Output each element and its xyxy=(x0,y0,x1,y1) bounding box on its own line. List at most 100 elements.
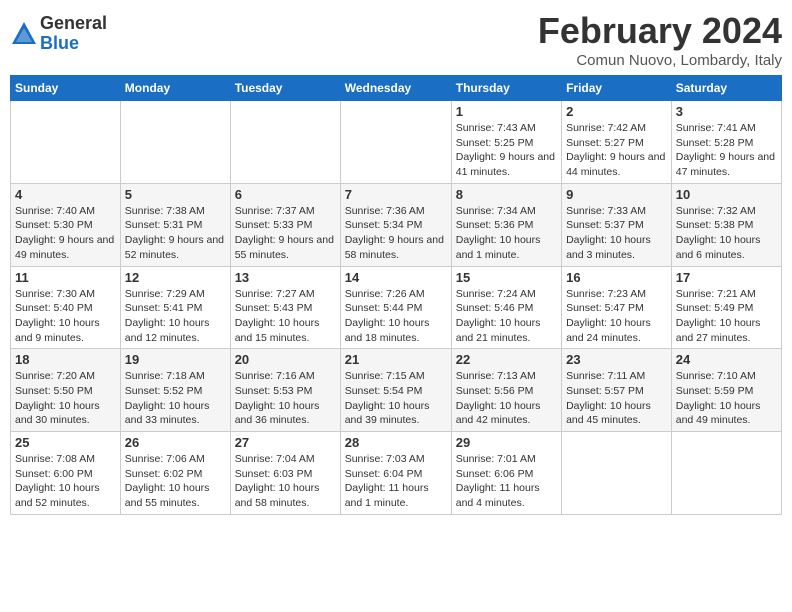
calendar-cell: 14Sunrise: 7:26 AM Sunset: 5:44 PM Dayli… xyxy=(340,266,451,349)
calendar-header-row: SundayMondayTuesdayWednesdayThursdayFrid… xyxy=(11,76,782,101)
day-info: Sunrise: 7:34 AM Sunset: 5:36 PM Dayligh… xyxy=(456,204,557,263)
day-info: Sunrise: 7:26 AM Sunset: 5:44 PM Dayligh… xyxy=(345,287,447,346)
day-number: 7 xyxy=(345,187,447,202)
day-number: 6 xyxy=(235,187,336,202)
day-info: Sunrise: 7:11 AM Sunset: 5:57 PM Dayligh… xyxy=(566,369,667,428)
calendar-cell: 9 Sunrise: 7:33 AM Sunset: 5:37 PM Daylig… xyxy=(562,183,672,266)
calendar-cell: 18 Sunrise: 7:20 AM Sunset: 5:50 PM Dayli… xyxy=(11,349,121,432)
day-info: Sunrise: 7:13 AM Sunset: 5:56 PM Dayligh… xyxy=(456,369,557,428)
day-number: 18 xyxy=(15,352,116,367)
calendar-cell: 25 Sunrise: 7:08 AM Sunset: 6:00 PM Dayli… xyxy=(11,432,121,515)
day-info: Sunrise: 7:23 AM Sunset: 5:47 PM Dayligh… xyxy=(566,287,667,346)
day-info: Sunrise: 7:24 AM Sunset: 5:46 PM Dayligh… xyxy=(456,287,557,346)
calendar-cell: 8 Sunrise: 7:34 AM Sunset: 5:36 PM Daylig… xyxy=(451,183,561,266)
calendar-cell: 29 Sunrise: 7:01 AM Sunset: 6:06 PM Dayli… xyxy=(451,432,561,515)
day-info: Sunrise: 7:38 AM Sunset: 5:31 PM Dayligh… xyxy=(125,204,226,263)
calendar-cell xyxy=(562,432,672,515)
calendar-cell: 12 Sunrise: 7:29 AM Sunset: 5:41 PM Dayli… xyxy=(120,266,230,349)
calendar-cell: 17Sunrise: 7:21 AM Sunset: 5:49 PM Dayli… xyxy=(671,266,781,349)
day-info: Sunrise: 7:29 AM Sunset: 5:41 PM Dayligh… xyxy=(125,287,226,346)
day-info: Sunrise: 7:01 AM Sunset: 6:06 PM Dayligh… xyxy=(456,452,557,511)
month-title: February 2024 xyxy=(538,10,782,52)
calendar-cell: 3 Sunrise: 7:41 AM Sunset: 5:28 PM Daylig… xyxy=(671,101,781,184)
day-number: 22 xyxy=(456,352,557,367)
calendar-cell: 4 Sunrise: 7:40 AM Sunset: 5:30 PM Daylig… xyxy=(11,183,121,266)
day-number: 28 xyxy=(345,435,447,450)
day-number: 9 xyxy=(566,187,667,202)
day-info: Sunrise: 7:36 AM Sunset: 5:34 PM Dayligh… xyxy=(345,204,447,263)
day-info: Sunrise: 7:06 AM Sunset: 6:02 PM Dayligh… xyxy=(125,452,226,511)
day-info: Sunrise: 7:32 AM Sunset: 5:38 PM Dayligh… xyxy=(676,204,777,263)
day-number: 3 xyxy=(676,104,777,119)
calendar-cell xyxy=(120,101,230,184)
day-number: 5 xyxy=(125,187,226,202)
day-info: Sunrise: 7:41 AM Sunset: 5:28 PM Dayligh… xyxy=(676,121,777,180)
calendar-cell: 26 Sunrise: 7:06 AM Sunset: 6:02 PM Dayli… xyxy=(120,432,230,515)
day-info: Sunrise: 7:20 AM Sunset: 5:50 PM Dayligh… xyxy=(15,369,116,428)
logo-general-text: General xyxy=(40,14,107,34)
weekday-header-wednesday: Wednesday xyxy=(340,76,451,101)
calendar-cell: 10Sunrise: 7:32 AM Sunset: 5:38 PM Dayli… xyxy=(671,183,781,266)
calendar-week-row: 18 Sunrise: 7:20 AM Sunset: 5:50 PM Dayli… xyxy=(11,349,782,432)
day-info: Sunrise: 7:30 AM Sunset: 5:40 PM Dayligh… xyxy=(15,287,116,346)
page-header: General Blue February 2024 Comun Nuovo, … xyxy=(10,10,782,69)
day-number: 16 xyxy=(566,270,667,285)
title-section: February 2024 Comun Nuovo, Lombardy, Ita… xyxy=(538,10,782,69)
calendar-week-row: 11 Sunrise: 7:30 AM Sunset: 5:40 PM Dayli… xyxy=(11,266,782,349)
calendar-cell xyxy=(671,432,781,515)
day-number: 20 xyxy=(235,352,336,367)
day-number: 15 xyxy=(456,270,557,285)
location-text: Comun Nuovo, Lombardy, Italy xyxy=(538,52,782,69)
calendar-cell xyxy=(11,101,121,184)
day-info: Sunrise: 7:37 AM Sunset: 5:33 PM Dayligh… xyxy=(235,204,336,263)
weekday-header-thursday: Thursday xyxy=(451,76,561,101)
day-number: 11 xyxy=(15,270,116,285)
calendar-cell: 24 Sunrise: 7:10 AM Sunset: 5:59 PM Dayli… xyxy=(671,349,781,432)
day-number: 29 xyxy=(456,435,557,450)
calendar-week-row: 1Sunrise: 7:43 AM Sunset: 5:25 PM Daylig… xyxy=(11,101,782,184)
calendar-cell xyxy=(230,101,340,184)
day-number: 12 xyxy=(125,270,226,285)
calendar-week-row: 25 Sunrise: 7:08 AM Sunset: 6:00 PM Dayli… xyxy=(11,432,782,515)
day-info: Sunrise: 7:15 AM Sunset: 5:54 PM Dayligh… xyxy=(345,369,447,428)
day-number: 26 xyxy=(125,435,226,450)
weekday-header-tuesday: Tuesday xyxy=(230,76,340,101)
day-info: Sunrise: 7:04 AM Sunset: 6:03 PM Dayligh… xyxy=(235,452,336,511)
day-number: 19 xyxy=(125,352,226,367)
day-info: Sunrise: 7:03 AM Sunset: 6:04 PM Dayligh… xyxy=(345,452,447,511)
day-number: 8 xyxy=(456,187,557,202)
day-info: Sunrise: 7:33 AM Sunset: 5:37 PM Dayligh… xyxy=(566,204,667,263)
logo-icon xyxy=(10,20,38,48)
weekday-header-sunday: Sunday xyxy=(11,76,121,101)
day-number: 27 xyxy=(235,435,336,450)
logo-text: General Blue xyxy=(40,14,107,54)
calendar-cell: 13 Sunrise: 7:27 AM Sunset: 5:43 PM Dayli… xyxy=(230,266,340,349)
day-number: 23 xyxy=(566,352,667,367)
calendar-cell: 22 Sunrise: 7:13 AM Sunset: 5:56 PM Dayli… xyxy=(451,349,561,432)
day-info: Sunrise: 7:16 AM Sunset: 5:53 PM Dayligh… xyxy=(235,369,336,428)
calendar-cell: 2Sunrise: 7:42 AM Sunset: 5:27 PM Daylig… xyxy=(562,101,672,184)
day-number: 21 xyxy=(345,352,447,367)
day-number: 25 xyxy=(15,435,116,450)
day-info: Sunrise: 7:18 AM Sunset: 5:52 PM Dayligh… xyxy=(125,369,226,428)
calendar-cell: 20 Sunrise: 7:16 AM Sunset: 5:53 PM Dayli… xyxy=(230,349,340,432)
day-info: Sunrise: 7:27 AM Sunset: 5:43 PM Dayligh… xyxy=(235,287,336,346)
calendar-cell: 6 Sunrise: 7:37 AM Sunset: 5:33 PM Daylig… xyxy=(230,183,340,266)
calendar-cell: 16 Sunrise: 7:23 AM Sunset: 5:47 PM Dayli… xyxy=(562,266,672,349)
day-number: 13 xyxy=(235,270,336,285)
day-info: Sunrise: 7:42 AM Sunset: 5:27 PM Dayligh… xyxy=(566,121,667,180)
calendar-cell: 19 Sunrise: 7:18 AM Sunset: 5:52 PM Dayli… xyxy=(120,349,230,432)
logo: General Blue xyxy=(10,14,107,54)
day-number: 24 xyxy=(676,352,777,367)
day-info: Sunrise: 7:08 AM Sunset: 6:00 PM Dayligh… xyxy=(15,452,116,511)
weekday-header-saturday: Saturday xyxy=(671,76,781,101)
calendar-cell: 27 Sunrise: 7:04 AM Sunset: 6:03 PM Dayli… xyxy=(230,432,340,515)
calendar-table: SundayMondayTuesdayWednesdayThursdayFrid… xyxy=(10,75,782,515)
day-info: Sunrise: 7:40 AM Sunset: 5:30 PM Dayligh… xyxy=(15,204,116,263)
day-info: Sunrise: 7:43 AM Sunset: 5:25 PM Dayligh… xyxy=(456,121,557,180)
calendar-cell: 1Sunrise: 7:43 AM Sunset: 5:25 PM Daylig… xyxy=(451,101,561,184)
day-info: Sunrise: 7:21 AM Sunset: 5:49 PM Dayligh… xyxy=(676,287,777,346)
day-info: Sunrise: 7:10 AM Sunset: 5:59 PM Dayligh… xyxy=(676,369,777,428)
day-number: 4 xyxy=(15,187,116,202)
calendar-cell: 11 Sunrise: 7:30 AM Sunset: 5:40 PM Dayli… xyxy=(11,266,121,349)
